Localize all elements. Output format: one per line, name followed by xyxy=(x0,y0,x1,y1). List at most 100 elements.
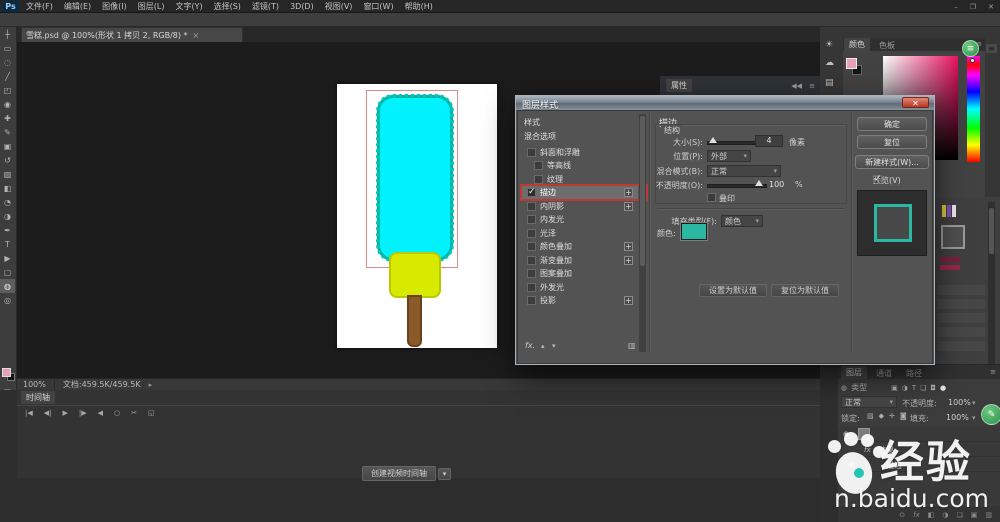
gradient-tool[interactable]: ◧ xyxy=(0,181,15,195)
layer-search-icon[interactable]: ◍ xyxy=(841,384,847,392)
menu-type[interactable]: 文字(Y) xyxy=(175,1,202,12)
style-preview-thumb[interactable] xyxy=(941,225,965,249)
fx-list-icon[interactable]: fx. xyxy=(525,341,535,350)
clone-stamp-tool[interactable]: ▣ xyxy=(0,139,15,153)
menu-edit[interactable]: 编辑(E) xyxy=(64,1,91,12)
reset-button[interactable]: 复位 xyxy=(857,135,927,149)
styles-panel-icon[interactable]: ☁ xyxy=(825,58,834,68)
hand-tool[interactable]: ◍ xyxy=(0,279,15,293)
color-overlay-add-icon[interactable]: + xyxy=(624,242,633,251)
quick-select-tool[interactable]: ╱ xyxy=(0,69,15,83)
foreground-swatch[interactable] xyxy=(846,58,857,69)
lock-position-icon[interactable]: ✛ xyxy=(889,412,895,420)
create-timeline-caret-icon[interactable]: ▾ xyxy=(438,468,451,480)
inner-glow-item[interactable]: 内发光 xyxy=(540,214,564,225)
properties-tab[interactable]: 属性 xyxy=(666,79,692,92)
lock-transparency-icon[interactable]: ▨ xyxy=(867,412,874,420)
brush-tool[interactable]: ✎ xyxy=(0,125,15,139)
eraser-tool[interactable]: ▨ xyxy=(0,167,15,181)
satin-checkbox[interactable] xyxy=(527,229,536,238)
filter-shape-icon[interactable]: ❏ xyxy=(920,384,926,392)
fill-caret-icon[interactable]: ▾ xyxy=(972,414,976,422)
healing-brush-tool[interactable]: ✚ xyxy=(0,111,15,125)
ok-button[interactable]: 确定 xyxy=(857,117,927,131)
adjustment-layer-icon[interactable]: ◑ xyxy=(942,511,948,519)
layer-mask-icon[interactable]: ◧ xyxy=(928,511,935,519)
timeline-prev-frame-icon[interactable]: ◀| xyxy=(44,409,52,417)
status-chevron-icon[interactable]: ▸ xyxy=(149,381,153,389)
delete-effect-icon[interactable]: ▥ xyxy=(628,341,636,350)
menu-help[interactable]: 帮助(H) xyxy=(405,1,433,12)
styles-scrollbar[interactable] xyxy=(639,114,646,352)
color-panel-tab[interactable]: 颜色 xyxy=(844,38,870,51)
lasso-tool[interactable]: ◌ xyxy=(0,55,15,69)
outer-glow-item[interactable]: 外发光 xyxy=(540,282,564,293)
document-tab-close-icon[interactable]: × xyxy=(193,31,200,40)
menu-window[interactable]: 窗口(W) xyxy=(363,1,393,12)
bevel-emboss-checkbox[interactable] xyxy=(527,148,536,157)
mini-panel-scrollbar[interactable] xyxy=(988,202,995,372)
color-overlay-item[interactable]: 颜色叠加 xyxy=(540,241,572,252)
crop-tool[interactable]: ◰ xyxy=(0,83,15,97)
inner-shadow-item[interactable]: 内阴影 xyxy=(540,201,564,212)
mini-gradient-bar-1[interactable] xyxy=(940,257,960,262)
mini-gradient-bar-2[interactable] xyxy=(940,265,960,270)
set-default-button[interactable]: 设置为默认值 xyxy=(699,284,767,297)
pattern-overlay-checkbox[interactable] xyxy=(527,269,536,278)
eyedropper-tool[interactable]: ◉ xyxy=(0,97,15,111)
info-panel-icon[interactable]: ▤ xyxy=(825,78,834,88)
screen-annotation-badge-side[interactable]: ✎ xyxy=(981,404,1000,425)
move-effect-down-icon[interactable]: ▾ xyxy=(552,342,556,350)
timeline-settings-icon[interactable]: ○ xyxy=(114,409,120,417)
minimize-button[interactable]: – xyxy=(954,3,958,11)
opacity-caret-icon[interactable]: ▾ xyxy=(972,399,976,407)
blending-options-item[interactable]: 混合选项 xyxy=(524,131,556,142)
menu-view[interactable]: 视图(V) xyxy=(325,1,353,12)
mini-swatch-bars-icon[interactable] xyxy=(942,205,946,217)
layer-style-icon[interactable]: fx xyxy=(913,511,920,519)
layer-row-effects[interactable]: fx 效果 xyxy=(838,443,1000,457)
properties-menu-icon[interactable]: ≡ xyxy=(809,82,815,90)
size-value-field[interactable]: 4 xyxy=(755,135,783,147)
timeline-audio-icon[interactable]: ◀ xyxy=(98,409,103,417)
hue-picker-dot[interactable] xyxy=(970,58,975,63)
foreground-color-swatch[interactable] xyxy=(2,368,11,377)
fill-value[interactable]: 100% xyxy=(946,413,969,422)
overprint-checkbox[interactable] xyxy=(707,193,716,202)
restore-button[interactable]: ❐ xyxy=(970,3,976,11)
styles-header[interactable]: 样式 xyxy=(524,117,540,128)
contour-checkbox[interactable] xyxy=(534,161,543,170)
screen-annotation-badge-top[interactable]: ≡ xyxy=(962,40,979,57)
lock-image-icon[interactable]: ◆ xyxy=(879,412,884,420)
layer-thumbnail[interactable] xyxy=(858,428,870,440)
layer-row-shape[interactable]: ◉ xyxy=(838,426,1000,442)
pattern-overlay-item[interactable]: 图案叠加 xyxy=(540,268,572,279)
marquee-tool[interactable]: ▭ xyxy=(0,41,15,55)
contour-item[interactable]: 等高线 xyxy=(547,160,571,171)
fill-type-dropdown[interactable]: 颜色▾ xyxy=(721,215,763,227)
gradient-overlay-item[interactable]: 渐变叠加 xyxy=(540,255,572,266)
visibility-eye-icon[interactable]: ◉ xyxy=(843,430,849,438)
adjustments-panel-icon[interactable]: ☀ xyxy=(825,40,833,50)
gradient-overlay-add-icon[interactable]: + xyxy=(624,256,633,265)
gradient-overlay-checkbox[interactable] xyxy=(527,256,536,265)
inner-shadow-add-icon[interactable]: + xyxy=(624,202,633,211)
pen-tool[interactable]: ✒ xyxy=(0,223,15,237)
dock-menu-icon[interactable]: ≡ xyxy=(986,44,997,53)
type-tool[interactable]: T xyxy=(0,237,15,251)
bevel-emboss-item[interactable]: 斜面和浮雕 xyxy=(540,147,580,158)
path-select-tool[interactable]: ▶ xyxy=(0,251,15,265)
history-brush-tool[interactable]: ↺ xyxy=(0,153,15,167)
color-overlay-checkbox[interactable] xyxy=(527,242,536,251)
layers-tab[interactable]: 图层 xyxy=(841,366,867,379)
reset-default-button[interactable]: 复位为默认值 xyxy=(771,284,839,297)
opacity-value[interactable]: 100% xyxy=(948,398,971,407)
menu-filter[interactable]: 滤镜(T) xyxy=(252,1,279,12)
blur-tool[interactable]: ◔ xyxy=(0,195,15,209)
blend-mode-dropdown[interactable]: 正常▾ xyxy=(841,396,897,408)
dialog-title-bar[interactable]: 图层样式 ✕ xyxy=(516,96,934,110)
drop-shadow-add-icon[interactable]: + xyxy=(624,296,633,305)
dialog-close-button[interactable]: ✕ xyxy=(902,97,929,108)
new-style-button[interactable]: 新建样式(W)... xyxy=(855,155,929,169)
opacity-slider-thumb[interactable] xyxy=(755,180,763,186)
